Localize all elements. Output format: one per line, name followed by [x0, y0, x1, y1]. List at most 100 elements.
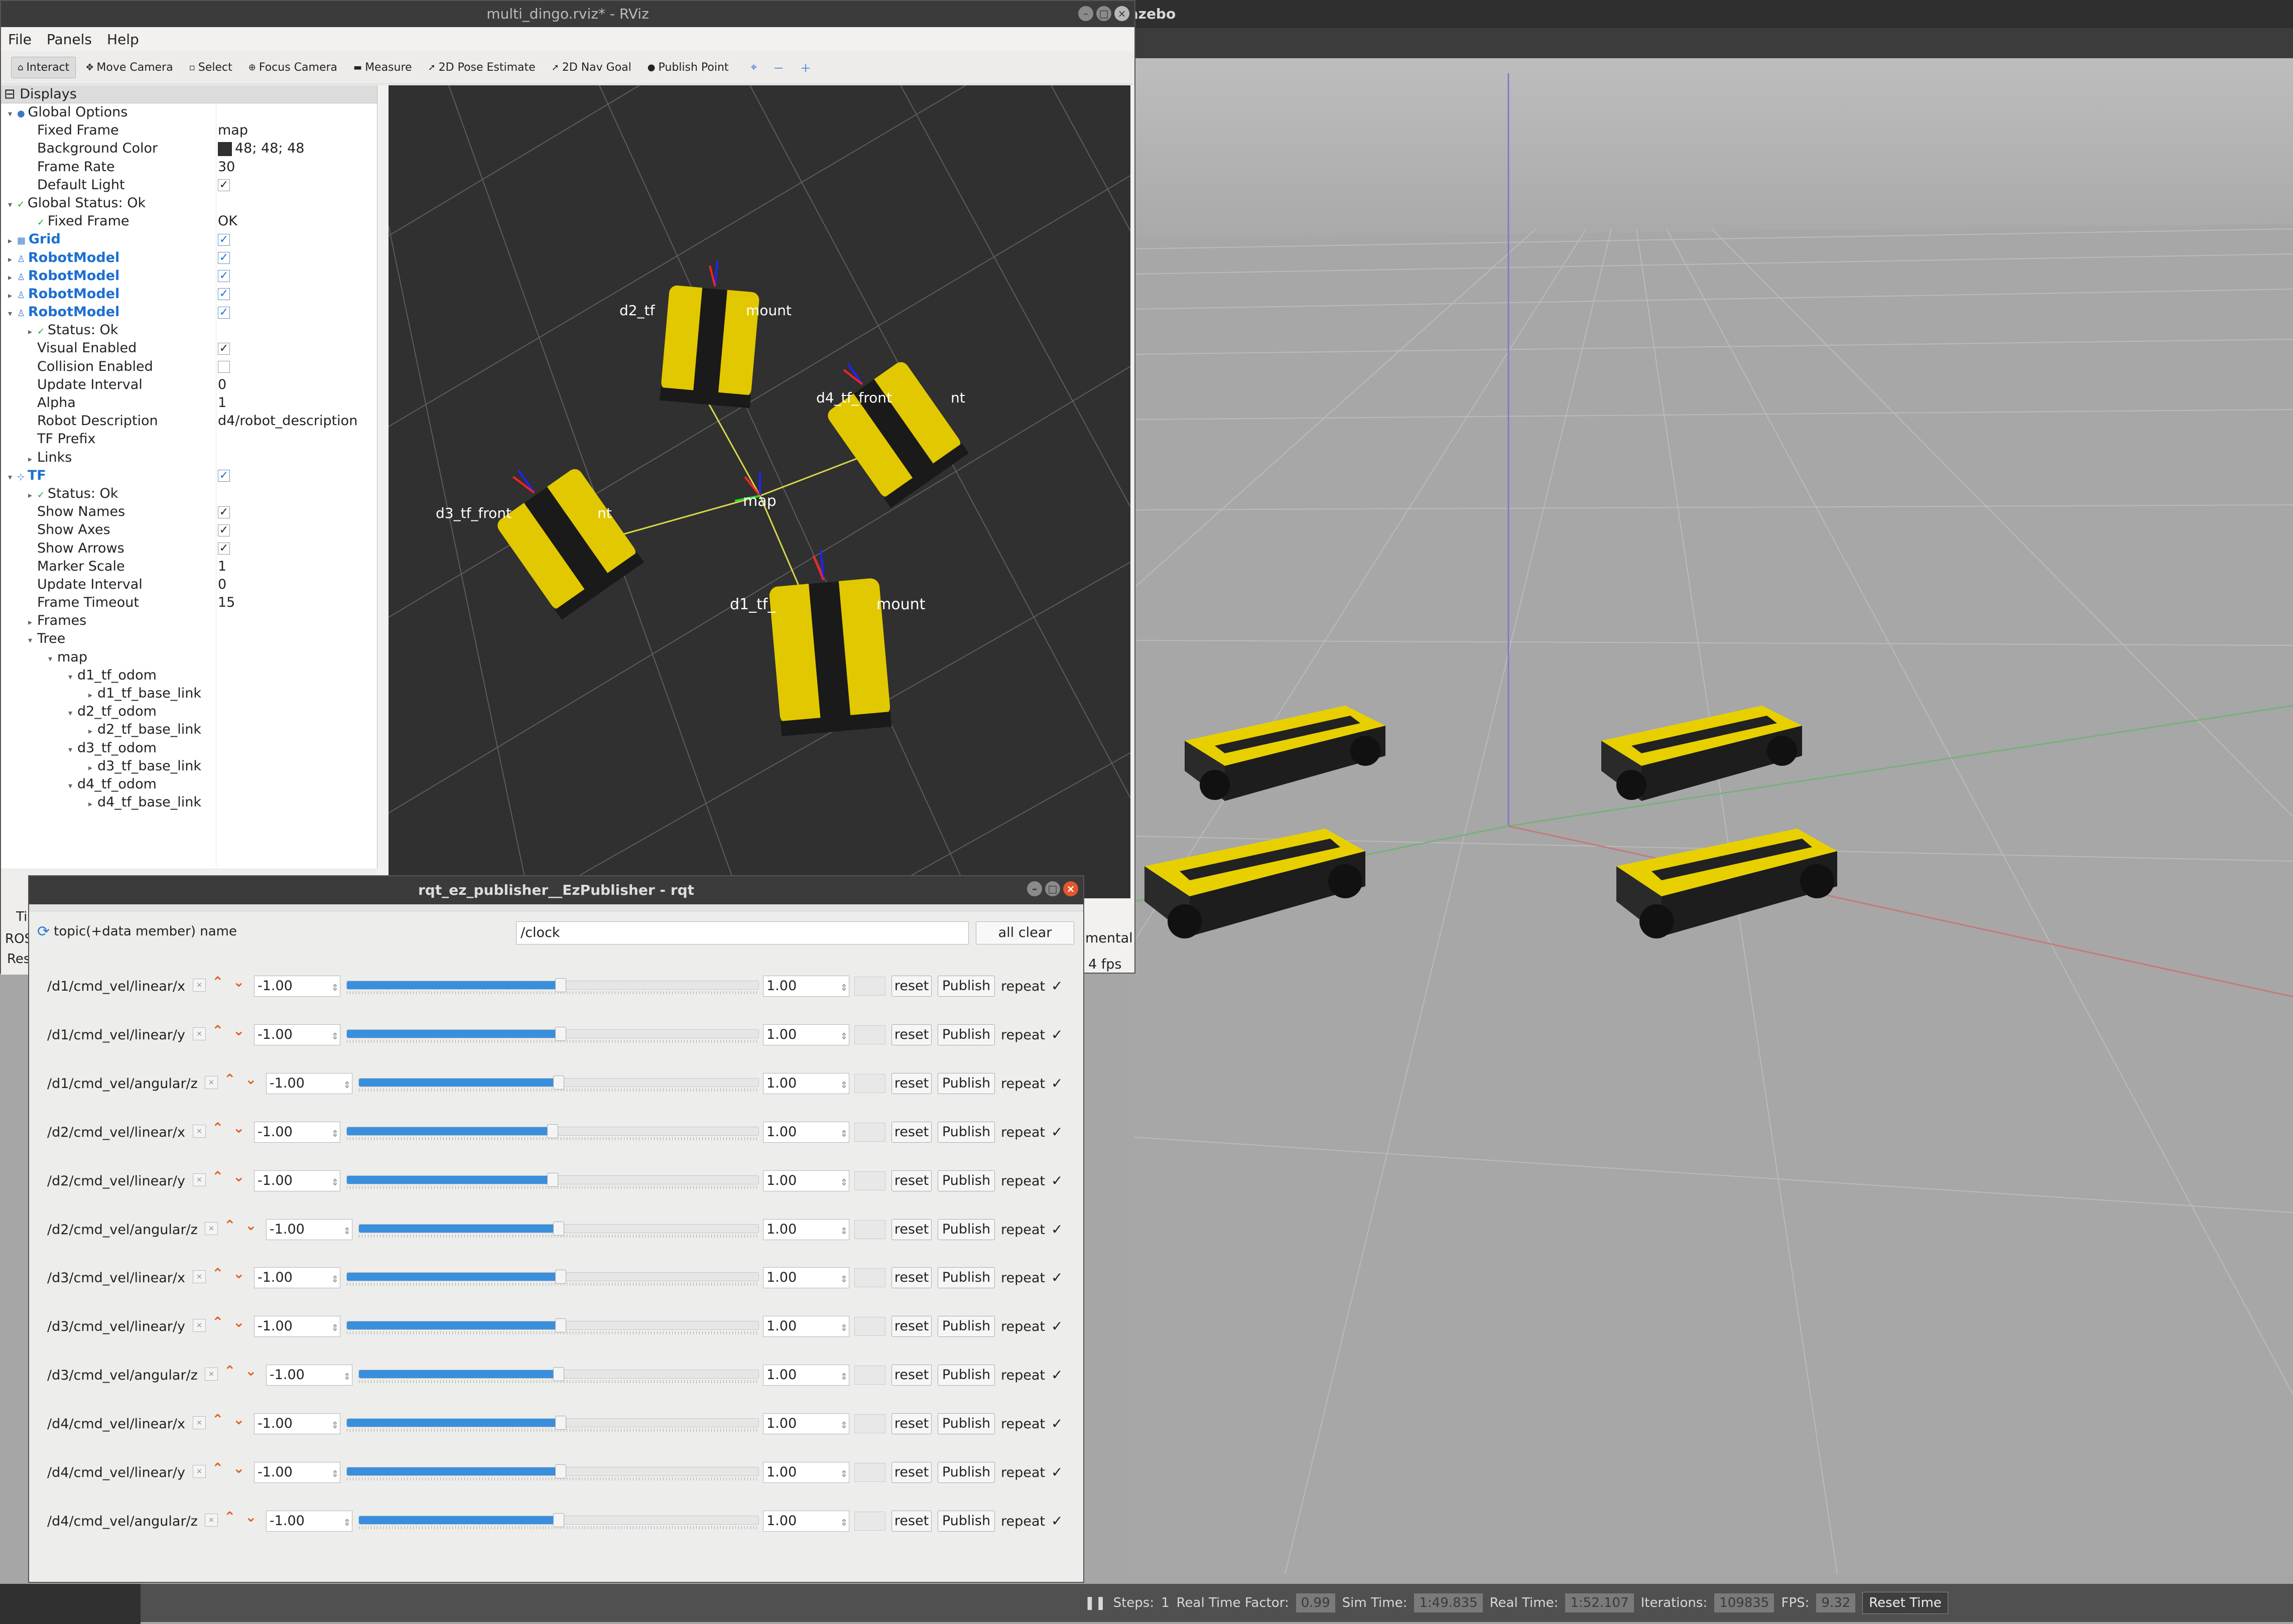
repeat-checkbox[interactable]: ✓	[1051, 1124, 1063, 1140]
slider-handle[interactable]	[555, 1318, 567, 1333]
expanded-arrow-icon[interactable]: ▾	[68, 704, 77, 722]
display-row[interactable]: ▸ ✓ Status: Ok	[1, 485, 377, 503]
display-row[interactable]: ▾ d3_tf_odom	[1, 739, 377, 757]
reset-button[interactable]: reset	[891, 1413, 932, 1435]
value-slider[interactable]	[358, 1513, 759, 1529]
publish-button[interactable]: Publish	[938, 1170, 995, 1191]
min-value-field[interactable]: -1.00	[254, 1462, 340, 1484]
publish-button[interactable]: Publish	[938, 1413, 995, 1435]
move-up-icon[interactable]: ⌃	[212, 1168, 223, 1185]
slider-handle[interactable]	[553, 1075, 564, 1090]
display-row[interactable]: ▸ ▦ Grid ✓	[1, 230, 377, 248]
value-slider[interactable]	[346, 1318, 759, 1335]
display-row[interactable]: Default Light ✓	[1, 176, 377, 194]
display-row[interactable]: Update Interval 0	[1, 376, 377, 394]
close-row-icon[interactable]: ×	[193, 979, 206, 992]
tool-move-camera[interactable]: ✥ Move Camera	[80, 57, 179, 78]
close-row-icon[interactable]: ×	[193, 1124, 206, 1138]
menu-panels[interactable]: Panels	[47, 31, 92, 48]
display-value[interactable]: 0	[218, 577, 226, 592]
slider-handle[interactable]	[553, 1367, 564, 1382]
display-row[interactable]: ▸ ♙ RobotModel ✓	[1, 267, 377, 285]
max-value-field[interactable]: 1.00	[763, 976, 849, 998]
repeat-checkbox[interactable]: ✓	[1051, 1415, 1063, 1432]
expanded-arrow-icon[interactable]: ▾	[8, 305, 17, 323]
expanded-arrow-icon[interactable]: ▾	[68, 741, 77, 759]
display-row[interactable]: Background Color 48; 48; 48	[1, 140, 377, 158]
min-value-field[interactable]: -1.00	[254, 1121, 340, 1144]
close-row-icon[interactable]: ×	[193, 1173, 206, 1186]
repeat-checkbox[interactable]: ✓	[1051, 1367, 1063, 1383]
reset-button[interactable]: reset	[891, 1170, 932, 1191]
display-row[interactable]: ▾ ● Global Options	[1, 103, 377, 121]
display-value[interactable]: 15	[218, 595, 235, 610]
slider-handle[interactable]	[555, 1270, 567, 1284]
min-value-field[interactable]: -1.00	[254, 1024, 340, 1047]
reset-fragment[interactable]: Res	[7, 952, 30, 967]
min-value-field[interactable]: -1.00	[254, 1267, 340, 1290]
display-row[interactable]: ▸ d1_tf_base_link	[1, 685, 377, 703]
min-value-field[interactable]: -1.00	[266, 1072, 352, 1096]
display-row[interactable]: ▸ d4_tf_base_link	[1, 793, 377, 811]
current-value-field[interactable]	[854, 1268, 885, 1288]
close-row-icon[interactable]: ×	[193, 1416, 206, 1430]
move-up-icon[interactable]: ⌃	[212, 1265, 223, 1282]
reset-button[interactable]: reset	[891, 1365, 932, 1386]
close-row-icon[interactable]: ×	[193, 1465, 206, 1478]
collapsed-arrow-icon[interactable]: ▸	[88, 759, 97, 777]
max-value-field[interactable]: 1.00	[763, 1219, 849, 1242]
current-value-field[interactable]	[854, 1511, 885, 1531]
collapsed-arrow-icon[interactable]: ▸	[28, 486, 37, 504]
collapsed-arrow-icon[interactable]: ▸	[28, 323, 37, 341]
collapsed-arrow-icon[interactable]: ▸	[28, 613, 37, 631]
repeat-checkbox[interactable]: ✓	[1051, 1464, 1063, 1480]
display-row[interactable]: ▸ Frames	[1, 612, 377, 630]
publish-button[interactable]: Publish	[938, 1072, 995, 1094]
display-row[interactable]: ▸ d3_tf_base_link	[1, 757, 377, 775]
display-row[interactable]: Show Axes ✓	[1, 521, 377, 539]
publish-button[interactable]: Publish	[938, 1462, 995, 1483]
reset-button[interactable]: reset	[891, 1267, 932, 1289]
display-row[interactable]: ▾ map	[1, 648, 377, 666]
move-down-icon[interactable]: ⌄	[245, 1509, 257, 1525]
close-icon[interactable]: ×	[1114, 6, 1129, 21]
publish-button[interactable]: Publish	[938, 1316, 995, 1337]
value-slider[interactable]	[346, 978, 759, 994]
current-value-field[interactable]	[854, 1414, 885, 1434]
current-value-field[interactable]	[854, 1122, 885, 1142]
repeat-checkbox[interactable]: ✓	[1051, 1172, 1063, 1189]
value-slider[interactable]	[346, 1416, 759, 1432]
collapsed-arrow-icon[interactable]: ▸	[88, 795, 97, 813]
current-value-field[interactable]	[854, 1025, 885, 1044]
value-slider[interactable]	[358, 1221, 759, 1238]
add-tool-icon[interactable]: ⌖	[751, 61, 757, 74]
move-down-icon[interactable]: ⌄	[233, 1314, 244, 1330]
move-up-icon[interactable]: ⌃	[224, 1509, 235, 1525]
min-value-field[interactable]: -1.00	[254, 1316, 340, 1338]
max-value-field[interactable]: 1.00	[763, 1462, 849, 1484]
tool-options-icon[interactable]: ＋	[800, 60, 811, 76]
slider-handle[interactable]	[547, 1172, 558, 1187]
display-row[interactable]: ▸ Links	[1, 449, 377, 467]
display-row[interactable]: Alpha 1	[1, 394, 377, 412]
reset-button[interactable]: reset	[891, 976, 932, 997]
move-up-icon[interactable]: ⌃	[212, 1314, 223, 1330]
reset-button[interactable]: reset	[891, 1462, 932, 1483]
display-row[interactable]: ▸ d2_tf_base_link	[1, 721, 377, 739]
display-value[interactable]: 0	[218, 377, 226, 392]
display-row[interactable]: Fixed Frame map	[1, 121, 377, 140]
max-value-field[interactable]: 1.00	[763, 1413, 849, 1436]
publish-button[interactable]: Publish	[938, 1121, 995, 1143]
publish-button[interactable]: Publish	[938, 1219, 995, 1240]
tool-measure[interactable]: ▬ Measure	[347, 57, 418, 78]
value-slider[interactable]	[358, 1367, 759, 1384]
move-down-icon[interactable]: ⌄	[233, 974, 244, 990]
repeat-checkbox[interactable]: ✓	[1051, 978, 1063, 994]
repeat-checkbox[interactable]: ✓	[1051, 1221, 1063, 1238]
expanded-arrow-icon[interactable]: ▾	[8, 468, 17, 486]
enabled-checkbox[interactable]: ✓	[218, 524, 230, 536]
publish-button[interactable]: Publish	[938, 1365, 995, 1386]
current-value-field[interactable]	[854, 977, 885, 996]
expanded-arrow-icon[interactable]: ▾	[28, 631, 37, 649]
menu-file[interactable]: File	[8, 31, 32, 48]
